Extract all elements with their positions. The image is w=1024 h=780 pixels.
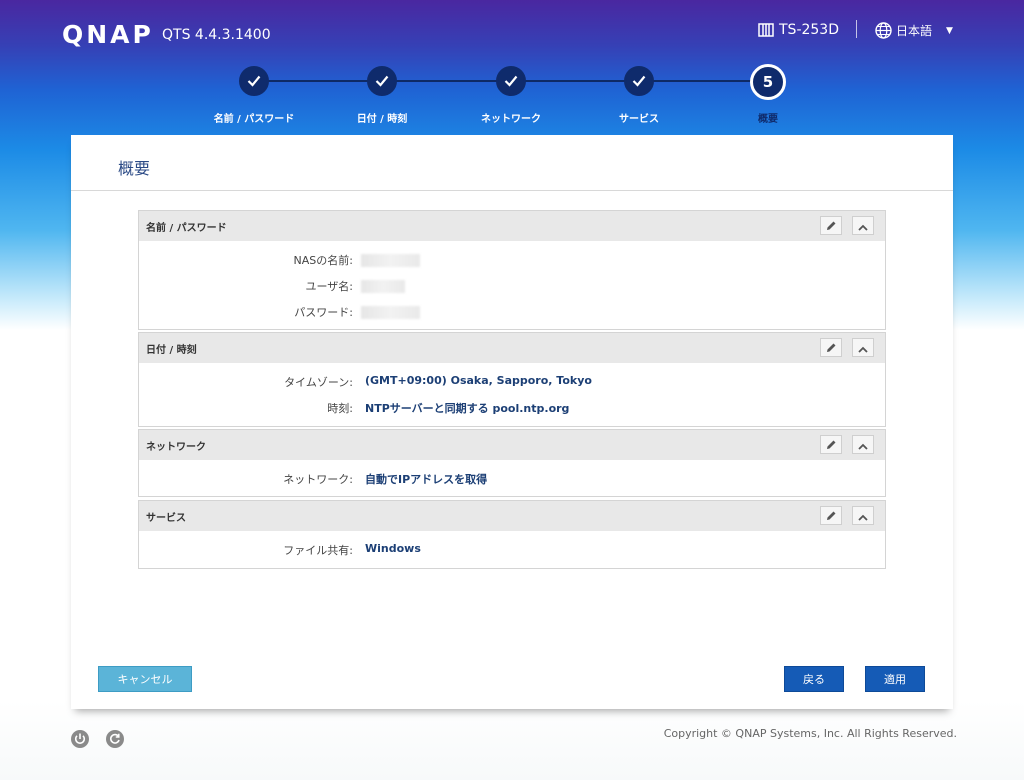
row-label: 時刻: (327, 402, 353, 415)
row-value: (GMT+09:00) Osaka, Sapporo, Tokyo (365, 374, 592, 387)
row-value: Windows (365, 542, 421, 555)
edit-button[interactable] (820, 338, 842, 357)
row-network: ネットワーク: 自動でIPアドレスを取得 (139, 465, 885, 491)
edit-button[interactable] (820, 216, 842, 235)
back-button[interactable]: 戻る (784, 666, 844, 692)
check-icon (367, 66, 397, 96)
row-label: ユーザ名: (305, 280, 354, 293)
row-label: ネットワーク: (283, 473, 353, 486)
edit-button[interactable] (820, 435, 842, 454)
copyright-text: Copyright © QNAP Systems, Inc. All Right… (663, 727, 957, 740)
section-network: ネットワーク ネットワーク: 自動でIPアドレスを取得 (138, 429, 886, 497)
section-services: サービス ファイル共有: Windows (138, 500, 886, 569)
language-selector[interactable]: 日本語 ▼ (875, 22, 953, 39)
redacted-value (361, 280, 405, 293)
cancel-button[interactable]: キャンセル (98, 666, 192, 692)
section-name-password: 名前 / パスワード NASの名前: ユーザ名: パスワード: (138, 210, 886, 330)
step-summary[interactable]: 5 概要 (708, 64, 828, 125)
model-indicator: TS-253D (758, 22, 839, 38)
row-nas-name: NASの名前: (139, 246, 885, 272)
section-header: 日付 / 時刻 (139, 333, 885, 363)
edit-pencil-icon (826, 435, 837, 454)
nas-device-icon (758, 22, 774, 38)
step-services[interactable]: サービス (579, 66, 699, 125)
qnap-logo: QNAP (62, 20, 154, 49)
collapse-button[interactable] (852, 338, 874, 357)
apply-button[interactable]: 適用 (865, 666, 925, 692)
section-header: ネットワーク (139, 430, 885, 460)
row-value: 自動でIPアドレスを取得 (365, 473, 488, 486)
redacted-value (361, 254, 420, 267)
redacted-value (361, 306, 420, 319)
collapse-button[interactable] (852, 435, 874, 454)
qts-version: QTS 4.4.3.1400 (162, 27, 271, 43)
collapse-chevron-icon (858, 216, 868, 235)
section-date-time: 日付 / 時刻 タイムゾーン: (GMT+09:00) Osaka, Sappo… (138, 332, 886, 427)
collapse-button[interactable] (852, 216, 874, 235)
row-timezone: タイムゾーン: (GMT+09:00) Osaka, Sapporo, Toky… (139, 368, 885, 394)
check-icon (239, 66, 269, 96)
edit-pencil-icon (826, 338, 837, 357)
section-header: サービス (139, 501, 885, 531)
check-icon (624, 66, 654, 96)
row-label: ファイル共有: (283, 544, 353, 557)
globe-icon (875, 22, 892, 39)
chevron-down-icon: ▼ (946, 25, 953, 36)
section-title: 日付 / 時刻 (146, 345, 197, 356)
step-label: サービス (619, 114, 659, 125)
section-title: サービス (146, 513, 186, 524)
power-icon[interactable] (71, 730, 89, 748)
step-name-password[interactable]: 名前 / パスワード (194, 66, 314, 125)
edit-button[interactable] (820, 506, 842, 525)
step-label: 名前 / パスワード (213, 114, 295, 125)
collapse-chevron-icon (858, 338, 868, 357)
section-title: 名前 / パスワード (146, 223, 227, 234)
row-username: ユーザ名: (139, 272, 885, 298)
row-time: 時刻: NTPサーバーと同期する pool.ntp.org (139, 394, 885, 420)
model-name: TS-253D (779, 22, 839, 38)
row-label: NASの名前: (293, 254, 353, 267)
step-label: 日付 / 時刻 (356, 114, 408, 125)
edit-pencil-icon (826, 506, 837, 525)
header-separator (856, 20, 857, 38)
step-label: ネットワーク (481, 114, 541, 125)
step-label: 概要 (758, 114, 778, 125)
step-date-time[interactable]: 日付 / 時刻 (322, 66, 442, 125)
row-file-sharing: ファイル共有: Windows (139, 536, 885, 562)
step-number: 5 (750, 64, 786, 100)
restart-icon[interactable] (106, 730, 124, 748)
collapse-button[interactable] (852, 506, 874, 525)
section-header: 名前 / パスワード (139, 211, 885, 241)
section-title: ネットワーク (146, 442, 206, 453)
check-icon (496, 66, 526, 96)
row-password: パスワード: (139, 298, 885, 324)
row-value: NTPサーバーと同期する pool.ntp.org (365, 402, 570, 415)
step-network[interactable]: ネットワーク (451, 66, 571, 125)
edit-pencil-icon (826, 216, 837, 235)
title-divider (71, 190, 953, 191)
language-label: 日本語 (896, 24, 933, 38)
footer-background (0, 700, 1024, 780)
row-label: タイムゾーン: (284, 376, 353, 389)
collapse-chevron-icon (858, 435, 868, 454)
collapse-chevron-icon (858, 506, 868, 525)
row-label: パスワード: (294, 306, 353, 319)
summary-panel: 概要 名前 / パスワード NASの名前: ユーザ名: パスワード: 日付 / … (71, 135, 953, 709)
page-title: 概要 (118, 159, 151, 178)
